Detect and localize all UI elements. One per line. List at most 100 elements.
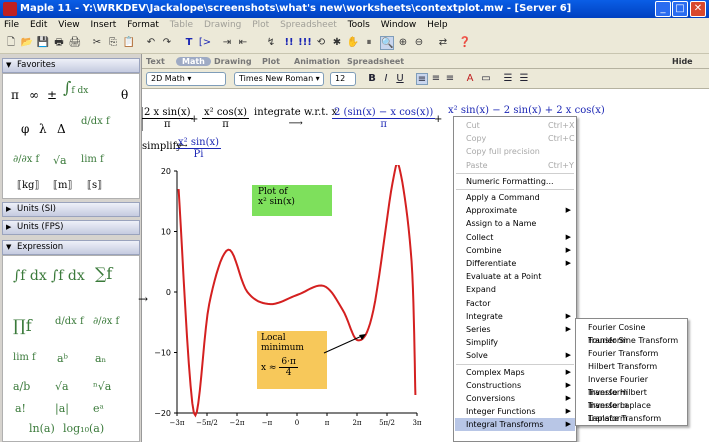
execute-worksheet-icon[interactable]: !!! <box>298 36 312 50</box>
pause-icon[interactable]: ⏸ <box>362 36 376 50</box>
context-menu-item-solve[interactable]: Solve ▶ <box>455 349 575 362</box>
context-menu-item-conversions[interactable]: Conversions ▶ <box>455 392 575 405</box>
text-mode-icon[interactable]: T <box>182 36 196 50</box>
menu-tools[interactable]: Tools <box>344 18 374 32</box>
palette-symbol-delta[interactable]: Δ <box>57 122 66 136</box>
close-button[interactable]: ✕ <box>690 1 706 17</box>
context-menu-item-apply-a-command[interactable]: Apply a Command <box>455 191 575 204</box>
bullet-list-icon[interactable]: ☰ <box>518 73 530 85</box>
context-menu-item-paste[interactable]: Paste Ctrl+Y <box>455 159 575 172</box>
submenu-item-inverse-laplace-transform[interactable]: Inverse Laplace Transform <box>577 399 686 423</box>
execute-all-icon[interactable]: !! <box>282 36 296 50</box>
submenu-item-fourier-sine-transform[interactable]: Fourier Sine Transform <box>577 334 686 347</box>
minimize-button[interactable]: _ <box>655 1 671 17</box>
submenu-item-laplace-transform[interactable]: Laplace Transform <box>577 412 686 425</box>
submenu-item-hilbert-transform[interactable]: Hilbert Transform <box>577 360 686 373</box>
context-menu-item-approximate[interactable]: Approximate ▶ <box>455 204 575 217</box>
context-menu-item-numeric-formatting[interactable]: Numeric Formatting... <box>455 175 575 188</box>
print-icon[interactable]: 🖶 <box>52 36 66 50</box>
align-left-icon[interactable]: ≡ <box>416 73 428 85</box>
help-icon[interactable]: ❓ <box>458 36 472 50</box>
menu-view[interactable]: View <box>54 18 83 32</box>
debug-icon[interactable]: ✱ <box>330 36 344 50</box>
italic-button[interactable]: I <box>380 73 392 85</box>
tab-spreadsheet[interactable]: Spreadsheet <box>347 57 404 66</box>
font-size-select[interactable]: 12 <box>330 72 356 86</box>
input-mode-select[interactable]: 2D Math ▾ <box>146 72 226 86</box>
menu-help[interactable]: Help <box>423 18 452 32</box>
palette-factorial-icon[interactable]: a! <box>15 402 26 415</box>
context-menu-item-cut[interactable]: Cut Ctrl+X <box>455 119 575 132</box>
tab-animation[interactable]: Animation <box>294 57 340 66</box>
submenu-item-inverse-hilbert-transform[interactable]: Inverse Hilbert Transform <box>577 386 686 410</box>
palette-unit-kg[interactable]: ⟦kg⟧ <box>17 180 39 191</box>
palette-integral-icon[interactable]: ∫f dx <box>13 268 47 284</box>
palette-unit-s[interactable]: ⟦s⟧ <box>87 180 102 191</box>
menu-insert[interactable]: Insert <box>86 18 120 32</box>
context-menu-item-expand[interactable]: Expand <box>455 283 575 296</box>
menu-file[interactable]: File <box>0 18 23 32</box>
submenu-item-inverse-fourier-transform[interactable]: Inverse Fourier Transform <box>577 373 686 397</box>
menu-table[interactable]: Table <box>166 18 197 32</box>
units-fps-palette-header[interactable]: ▶ Units (FPS) <box>2 220 140 235</box>
context-menu-item-differentiate[interactable]: Differentiate ▶ <box>455 257 575 270</box>
tab-text[interactable]: Text <box>146 57 165 66</box>
context-menu-item-factor[interactable]: Factor <box>455 297 575 310</box>
palette-derivative-icon[interactable]: d/dx f <box>55 316 84 327</box>
palette-sqrt-icon[interactable]: √a <box>55 380 69 393</box>
highlight-icon[interactable]: ▭ <box>480 73 492 85</box>
palette-sum-icon[interactable]: ∑f <box>95 264 112 283</box>
menu-drawing[interactable]: Drawing <box>200 18 245 32</box>
submenu-item-fourier-cosine-transform[interactable]: Fourier Cosine Transform <box>577 321 686 345</box>
context-menu-item-integral-transforms[interactable]: Integral Transforms ▶ <box>455 418 575 432</box>
zoom-in-icon[interactable]: ⊕ <box>396 36 410 50</box>
palette-divide-icon[interactable]: a/b <box>13 380 30 393</box>
context-menu-item-integrate[interactable]: Integrate ▶ <box>455 310 575 323</box>
context-menu-item-evaluate-at-a-point[interactable]: Evaluate at a Point <box>455 270 575 283</box>
cut-icon[interactable]: ✂ <box>90 36 104 50</box>
underline-button[interactable]: U <box>394 73 406 85</box>
units-si-palette-header[interactable]: ▶ Units (SI) <box>2 202 140 217</box>
palette-definite-integral-icon[interactable]: ∫f dx <box>51 268 85 284</box>
zoom-out-icon[interactable]: ⊖ <box>412 36 426 50</box>
local-minimum-annotation[interactable]: Local minimum x ≈ 6·π 4 <box>257 331 327 389</box>
hide-button[interactable]: Hide <box>672 57 693 66</box>
context-menu-item-copy-full-precision[interactable]: Copy full precision <box>455 145 575 158</box>
math-prompt-icon[interactable]: [> <box>198 36 212 50</box>
palette-symbol-pi[interactable]: π <box>11 88 19 102</box>
align-right-icon[interactable]: ≡ <box>444 73 456 85</box>
submenu-item-fourier-transform[interactable]: Fourier Transform <box>577 347 686 360</box>
open-icon[interactable]: 📂 <box>20 36 34 50</box>
menu-format[interactable]: Format <box>123 18 163 32</box>
context-menu-item-simplify[interactable]: Simplify <box>455 336 575 349</box>
expression-palette-header[interactable]: ▼ Expression <box>2 240 140 255</box>
menu-window[interactable]: Window <box>377 18 421 32</box>
undo-icon[interactable]: ↶ <box>144 36 158 50</box>
align-center-icon[interactable]: ≡ <box>430 73 442 85</box>
context-menu-item-integer-functions[interactable]: Integer Functions ▶ <box>455 405 575 418</box>
plot-title-box[interactable]: Plot of x² sin(x) <box>252 185 332 216</box>
palette-log10-icon[interactable]: log₁₀(a) <box>63 422 104 435</box>
palette-partial-derivative-icon[interactable]: ∂/∂x f <box>93 316 119 327</box>
palette-partial-derivative-icon[interactable]: ∂/∂x f <box>13 154 39 165</box>
zoom-icon[interactable]: 🔍 <box>380 36 394 50</box>
tab-drawing[interactable]: Drawing <box>214 57 252 66</box>
palette-definite-integral-icon[interactable]: ∫f dx <box>63 78 88 97</box>
palette-ln-icon[interactable]: ln(a) <box>29 422 55 435</box>
restart-icon[interactable]: ⟲ <box>314 36 328 50</box>
text-color-icon[interactable]: A <box>464 73 476 85</box>
palette-limit-icon[interactable]: lim f <box>13 352 36 363</box>
context-menu-item-combine[interactable]: Combine ▶ <box>455 244 575 257</box>
swap-icon[interactable]: ⇄ <box>436 36 450 50</box>
palette-product-icon[interactable]: ∏f <box>13 316 32 335</box>
tab-math[interactable]: Math <box>176 57 211 66</box>
palette-subscript-icon[interactable]: aₙ <box>95 352 106 365</box>
numbered-list-icon[interactable]: ☰ <box>502 73 514 85</box>
stop-icon[interactable]: ✋ <box>346 36 360 50</box>
palette-sqrt-icon[interactable]: √a <box>53 154 67 167</box>
redo-icon[interactable]: ↷ <box>160 36 174 50</box>
context-menu-item-collect[interactable]: Collect ▶ <box>455 231 575 244</box>
tab-plot[interactable]: Plot <box>262 57 280 66</box>
palette-symbol-phi[interactable]: φ <box>21 122 29 136</box>
context-menu-item-series[interactable]: Series ▶ <box>455 323 575 336</box>
